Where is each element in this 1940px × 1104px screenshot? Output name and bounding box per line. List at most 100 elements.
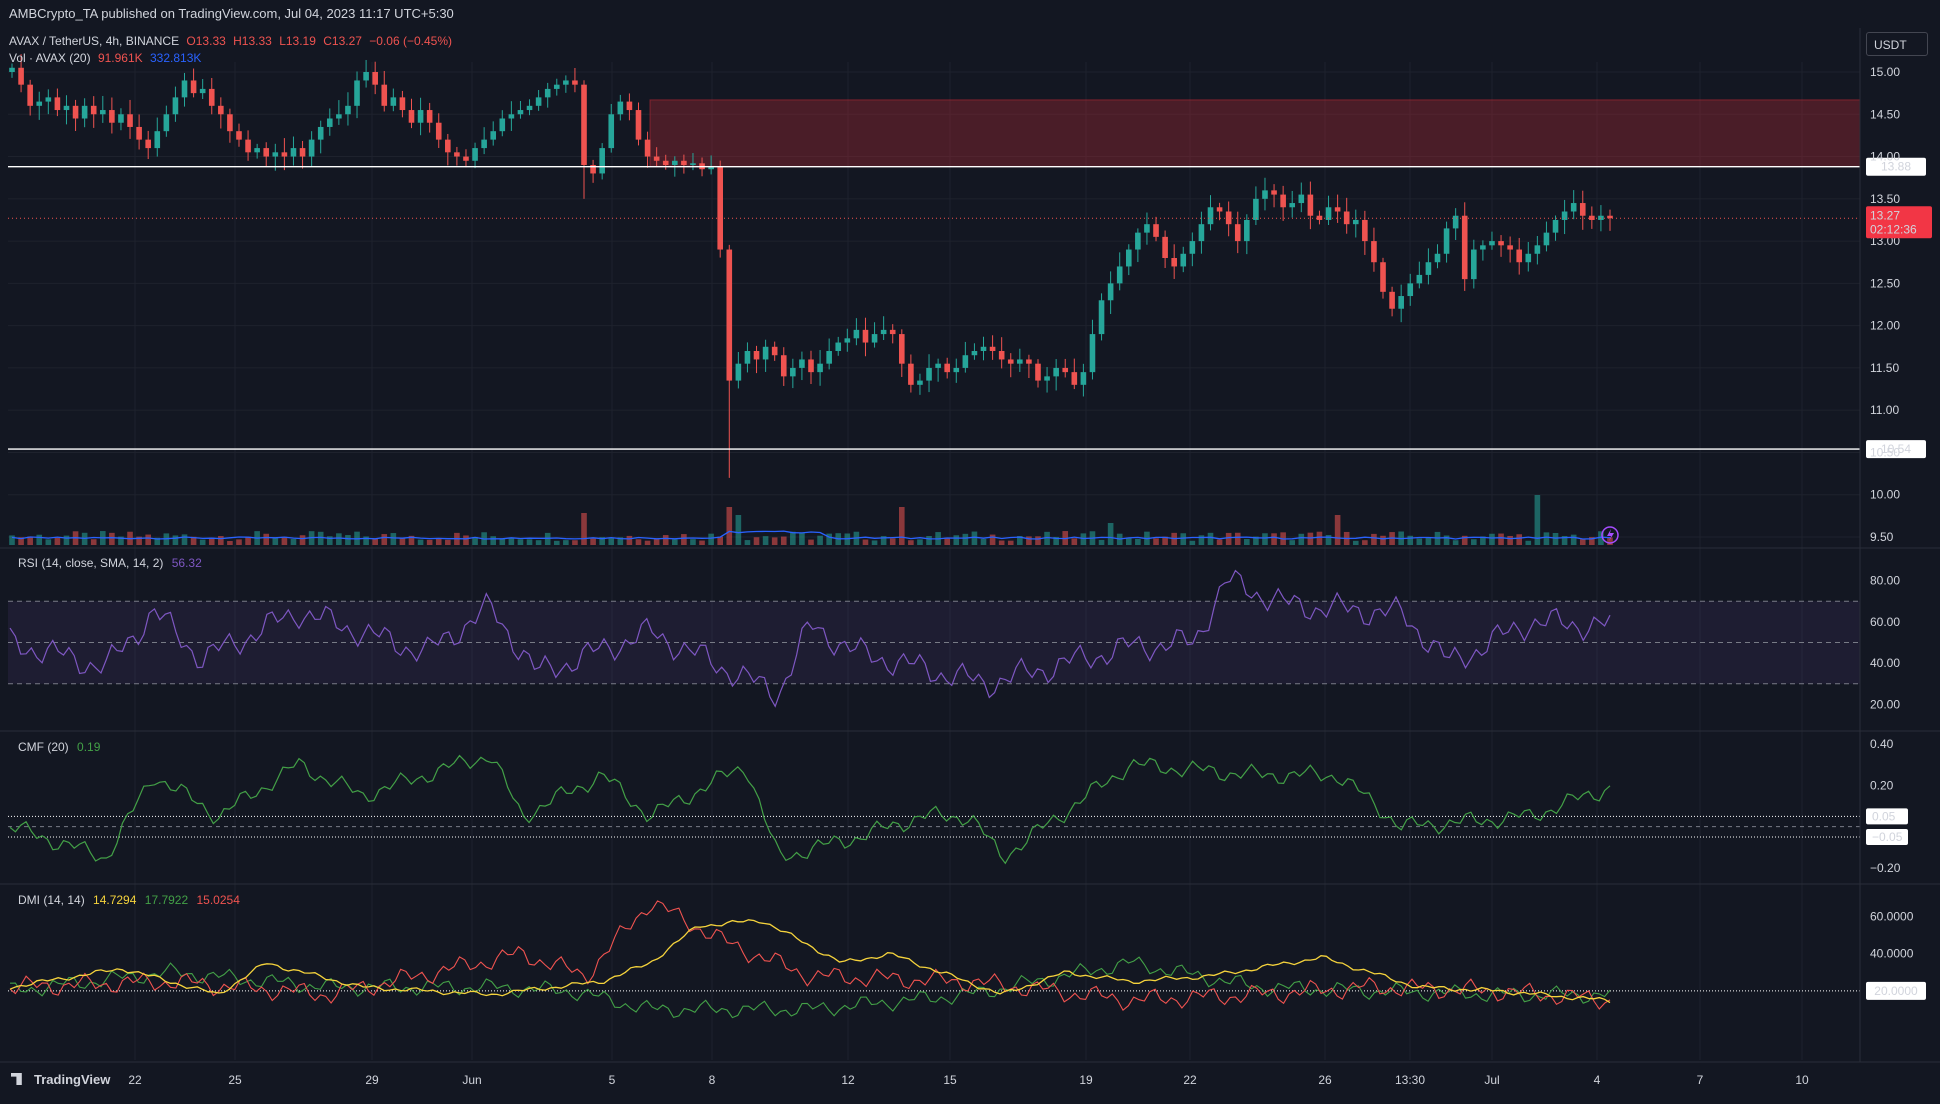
ohlc-high: H13.33: [233, 34, 272, 48]
candle-body: [1053, 367, 1059, 377]
supply-zone: [649, 99, 1861, 168]
cmf-title[interactable]: CMF (20): [18, 740, 69, 754]
volume-bar: [1407, 535, 1414, 545]
tradingview-logo[interactable]: TradingView: [11, 1072, 110, 1087]
volume-bar: [299, 535, 306, 545]
candle-body: [54, 97, 61, 111]
volume-bar: [1552, 532, 1559, 545]
volume-bar: [889, 538, 896, 545]
cmf-tick-label: −0.20: [1870, 861, 1901, 875]
candle-body: [626, 101, 633, 111]
volume-bar: [735, 515, 742, 545]
candle-body: [208, 88, 215, 106]
price-tick-label: 13.50: [1870, 192, 1900, 206]
volume-bar: [1107, 523, 1114, 545]
dmi-level-label: 20.0000: [1874, 984, 1918, 998]
volume-bar: [726, 507, 733, 545]
candle-body: [780, 355, 787, 377]
candle-body: [726, 249, 733, 381]
volume-bar: [1507, 535, 1513, 545]
volume-bar: [390, 533, 397, 545]
adx-line: [9, 919, 1611, 1004]
volume-bar: [499, 538, 506, 545]
volume-bar: [799, 532, 805, 545]
volume-bar: [63, 535, 70, 545]
symbol-title[interactable]: AVAX / TetherUS, 4h, BINANCE: [9, 34, 179, 48]
candle-body: [762, 346, 769, 360]
candle-body: [1298, 194, 1305, 204]
candle-body: [717, 166, 724, 250]
volume-bar: [1307, 532, 1314, 545]
cmf-tick-label: 0.40: [1870, 737, 1894, 751]
volume-bar: [780, 536, 787, 545]
chart-canvas[interactable]: 13.8810.54 80.00 60.00 40.00 20.00 0.40 0.20…: [0, 0, 1940, 1099]
volume-bar: [290, 538, 297, 545]
ohlc-low: L13.19: [279, 34, 316, 48]
volume-title[interactable]: Vol · AVAX (20): [9, 51, 91, 65]
volume-bar: [817, 535, 823, 545]
candle-body: [454, 152, 460, 157]
candle-body: [1461, 215, 1468, 280]
candle-body: [599, 148, 605, 174]
volume-bar: [463, 535, 469, 545]
candle-body: [1316, 215, 1323, 220]
volume-bar: [753, 537, 760, 545]
candle-body: [1371, 241, 1377, 263]
candle-body: [190, 80, 197, 94]
volume-bar: [227, 540, 233, 545]
ohlc-close: C13.27: [323, 34, 362, 48]
candle-body: [898, 334, 905, 364]
volume-bar: [1244, 539, 1250, 545]
volume-bar: [1525, 540, 1532, 545]
candle-body: [1380, 262, 1386, 292]
candle-body: [1153, 224, 1159, 237]
ohlc-open: O13.33: [186, 34, 226, 48]
volume-bar: [1380, 535, 1386, 545]
candle-body: [644, 139, 651, 157]
time-tick-label: 7: [1697, 1073, 1704, 1087]
volume-bar: [426, 539, 433, 545]
symbol-legend[interactable]: AVAX / TetherUS, 4h, BINANCE O13.33 H13.…: [9, 34, 456, 48]
candle-body: [345, 105, 351, 115]
rsi-title[interactable]: RSI (14, close, SMA, 14, 2): [18, 556, 163, 570]
candle-body: [145, 139, 151, 149]
rsi-legend[interactable]: RSI (14, close, SMA, 14, 2) 56.32: [18, 556, 207, 570]
candle-body: [299, 148, 306, 157]
volume-bar: [445, 539, 451, 545]
candle-body: [1044, 376, 1050, 381]
candle-body: [363, 72, 369, 81]
candle-body: [1189, 241, 1196, 254]
candle-body: [445, 139, 451, 153]
candle-body: [18, 67, 24, 85]
volume-bar: [553, 540, 560, 545]
currency-selector[interactable]: USDT: [1866, 32, 1928, 56]
candle-body: [1525, 253, 1532, 263]
volume-bar: [345, 535, 351, 545]
candle-body: [563, 80, 569, 85]
cmf-pane: 0.40 0.20 −0.20 0.05 −0.05: [8, 737, 1908, 875]
volume-bar: [272, 538, 279, 545]
volume-bar: [1498, 533, 1504, 545]
time-tick-label: 22: [1183, 1073, 1197, 1087]
candle-body: [908, 363, 914, 385]
candle-body: [218, 105, 224, 115]
dmi-adx-value: 14.7294: [93, 893, 137, 907]
candle-body: [889, 329, 896, 335]
volume-bar: [1180, 533, 1187, 545]
volume-bar: [908, 540, 914, 545]
dmi-legend[interactable]: DMI (14, 14) 14.7294 17.7922 15.0254: [18, 893, 245, 907]
volume-bar: [998, 540, 1005, 545]
volume-bar: [517, 539, 524, 545]
candle-body: [1471, 249, 1477, 280]
volume-bar: [1135, 538, 1141, 545]
candle-body: [417, 110, 424, 123]
time-tick-label: 8: [709, 1073, 716, 1087]
candle-body: [844, 338, 851, 343]
volume-bar: [1425, 537, 1432, 545]
volume-legend[interactable]: Vol · AVAX (20) 91.961K 332.813K: [9, 51, 205, 65]
dmi-title[interactable]: DMI (14, 14): [18, 893, 85, 907]
dmi-pane: 60.0000 40.0000 20.0000: [8, 900, 1926, 1019]
cmf-legend[interactable]: CMF (20) 0.19: [18, 740, 105, 754]
horizontal-levels: 13.8810.54: [8, 157, 1926, 459]
candle-body: [1116, 266, 1123, 284]
